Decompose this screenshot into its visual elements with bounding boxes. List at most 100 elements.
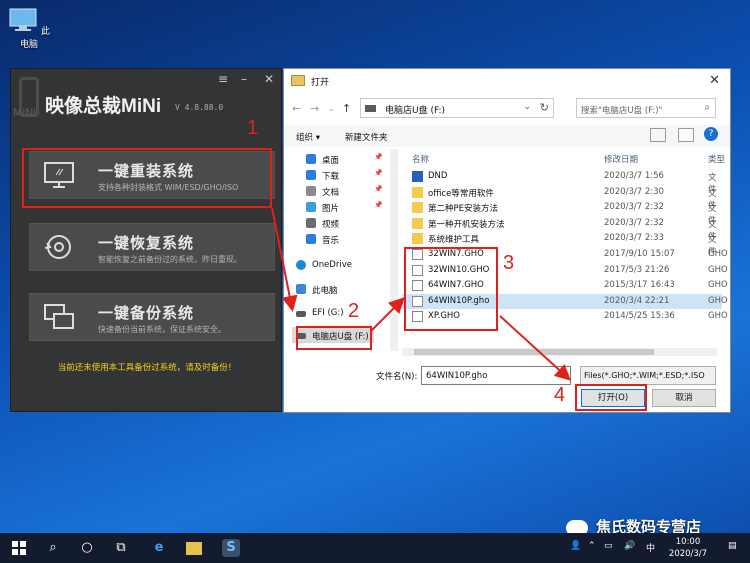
network-icon[interactable]: ▭ (604, 541, 613, 551)
new-folder-button[interactable]: 新建文件夹 (345, 131, 388, 143)
folder-icon (412, 202, 423, 214)
nav-item-efi-drive[interactable]: EFI (G:) (292, 305, 388, 321)
chevron-down-icon[interactable]: ⌄ (328, 104, 335, 113)
file-date: 2015/3/17 16:43 (604, 280, 675, 291)
taskbar: ⌕ ○ ⧉ e S 👤 ⌃ ▭ 🔊 中 10:00 2020/3/7 ▤ (0, 533, 750, 563)
file-type: GHO (708, 249, 728, 259)
file-row[interactable]: 第一种开机安装方法 2020/3/7 2:32 文件 (402, 216, 722, 242)
nav-item-pictures[interactable]: 图片 📌 (292, 199, 388, 215)
column-date[interactable]: 修改日期 (604, 153, 638, 165)
menu-icon[interactable]: ≡ (215, 71, 231, 87)
user-icon[interactable]: 👤 (570, 541, 581, 551)
picture-icon (306, 202, 316, 212)
restore-system-button[interactable]: 一键恢复系统 智能恢复之前备份过的系统，昨日重现。 (29, 223, 275, 271)
navigation-pane: 桌面 📌 下载 📌 文档 📌 图片 📌 视频 音乐 OneDrive 此电脑 EFI (… (292, 149, 388, 349)
edge-browser-icon[interactable]: e (150, 539, 168, 557)
folder-icon (412, 233, 423, 245)
help-icon[interactable]: ? (704, 127, 718, 141)
filename-value: 64WIN10P.gho (426, 371, 488, 381)
file-date: 2020/3/7 2:33 (604, 233, 664, 244)
nav-item-this-pc[interactable]: 此电脑 (292, 281, 388, 297)
scrollbar-thumb[interactable] (414, 349, 654, 355)
app-version: V 4.8.88.0 (175, 103, 224, 112)
annotation-number: 1 (247, 117, 259, 139)
search-placeholder: 搜索"电脑店U盘 (F:)" (581, 106, 663, 116)
download-icon (306, 170, 316, 180)
organize-button[interactable]: 组织 ▾ (296, 131, 320, 143)
nav-item-documents[interactable]: 文档 📌 (292, 183, 388, 199)
file-date: 2020/3/7 2:30 (604, 186, 664, 197)
pin-icon: 📌 (374, 201, 383, 209)
task-view-icon[interactable]: ⧉ (112, 539, 130, 557)
cancel-button[interactable]: 取消 (652, 389, 716, 407)
horizontal-scrollbar[interactable] (402, 348, 717, 356)
notification-icon[interactable]: ▤ (728, 541, 737, 551)
search-icon[interactable]: ⌕ (44, 539, 62, 557)
command-bar: 组织 ▾ 新建文件夹 ? (284, 125, 730, 147)
file-row[interactable]: 第二种PE安装方法 2020/3/7 2:32 文件 (402, 200, 722, 226)
computer-icon (9, 8, 37, 31)
cortana-icon[interactable]: ○ (78, 539, 96, 557)
search-input[interactable]: 搜索"电脑店U盘 (F:)" ⌕ (576, 98, 716, 118)
nav-label: 图片 (322, 204, 340, 214)
file-name: DND (428, 171, 448, 181)
preview-pane-icon[interactable] (678, 128, 694, 142)
nav-item-onedrive[interactable]: OneDrive (292, 257, 388, 273)
card-subtitle: 快速备份当前系统，保证系统安全。 (98, 325, 226, 334)
folder-icon (412, 186, 423, 198)
column-type[interactable]: 类型 (708, 153, 725, 165)
ime-indicator[interactable]: 中 (646, 541, 655, 554)
app-window: MiNi 映像总裁MiNi V 4.8.88.0 ≡ – ✕ 一键重装系统 支持… (10, 68, 282, 412)
file-type: GHO (708, 280, 728, 291)
file-row[interactable]: 系统维护工具 2020/3/7 2:33 文件 (402, 231, 722, 257)
file-date: 2020/3/7 2:32 (604, 217, 664, 228)
windows-start-icon[interactable] (10, 539, 28, 557)
search-icon: ⌕ (704, 102, 710, 113)
file-explorer-icon[interactable] (186, 542, 202, 555)
chevron-down-icon[interactable]: ⌄ (523, 102, 531, 112)
nav-item-downloads[interactable]: 下载 📌 (292, 167, 388, 183)
annotation-box-3 (404, 247, 498, 331)
nav-item-desktop[interactable]: 桌面 📌 (292, 151, 388, 167)
close-icon[interactable]: ✕ (261, 71, 277, 87)
cloud-icon (296, 260, 306, 270)
minimize-icon[interactable]: – (236, 71, 252, 87)
nav-label: 音乐 (322, 236, 340, 246)
folder-icon (412, 217, 423, 229)
app-title: 映像总裁MiNi (45, 96, 162, 117)
file-row[interactable]: office等常用软件 2020/3/7 2:30 文件 (402, 185, 722, 211)
nav-item-videos[interactable]: 视频 (292, 215, 388, 231)
file-date: 2014/5/25 15:36 (604, 311, 675, 322)
system-clock[interactable]: 10:00 2020/3/7 (666, 536, 710, 560)
refresh-icon[interactable]: ↻ (540, 101, 549, 114)
card-title: 一键恢复系统 (98, 234, 195, 252)
backup-system-button[interactable]: 一键备份系统 快速备份当前系统，保证系统安全。 (29, 293, 275, 341)
filetype-select[interactable]: Files(*.GHO;*.WIM;*.ESD;*.ISO (580, 366, 716, 385)
filename-input[interactable]: 64WIN10P.gho (421, 366, 571, 385)
desktop-icon (306, 154, 316, 164)
pin-icon: 📌 (374, 153, 383, 161)
address-bar[interactable]: 电脑店U盘 (F:) ⌄ ↻ (360, 98, 554, 118)
close-icon[interactable]: ✕ (709, 73, 720, 88)
nav-item-music[interactable]: 音乐 (292, 231, 388, 247)
card-subtitle: 智能恢复之前备份过的系统，昨日重现。 (98, 255, 242, 264)
filename-label: 文件名(N): (376, 372, 418, 382)
up-arrow-icon[interactable]: ↑ (342, 102, 351, 115)
desktop-icon-this-pc[interactable]: 此电脑 (6, 4, 52, 56)
chevron-up-icon[interactable]: ⌃ (588, 541, 596, 551)
forward-arrow-icon[interactable]: → (310, 102, 319, 115)
file-row[interactable]: DND 2020/3/7 1:56 文件 (402, 169, 722, 195)
volume-icon[interactable]: 🔊 (624, 541, 635, 551)
view-options-icon[interactable] (650, 128, 666, 142)
column-name[interactable]: 名称 (412, 153, 429, 165)
dialog-title: 打开 (311, 78, 330, 88)
back-arrow-icon[interactable]: ← (292, 102, 301, 115)
filetype-value: Files(*.GHO;*.WIM;*.ESD;*.ISO (584, 371, 705, 380)
nav-label: 此电脑 (312, 286, 338, 296)
annotation-number: 4 (554, 384, 566, 406)
open-file-dialog: 打开 ✕ ← → ⌄ ↑ 电脑店U盘 (F:) ⌄ ↻ 搜索"电脑店U盘 (F:… (283, 68, 731, 413)
nav-scrollbar[interactable] (390, 149, 398, 351)
annotation-box-1 (22, 148, 272, 208)
clock-date: 2020/3/7 (668, 549, 708, 559)
app-taskbar-icon[interactable]: S (222, 539, 240, 557)
